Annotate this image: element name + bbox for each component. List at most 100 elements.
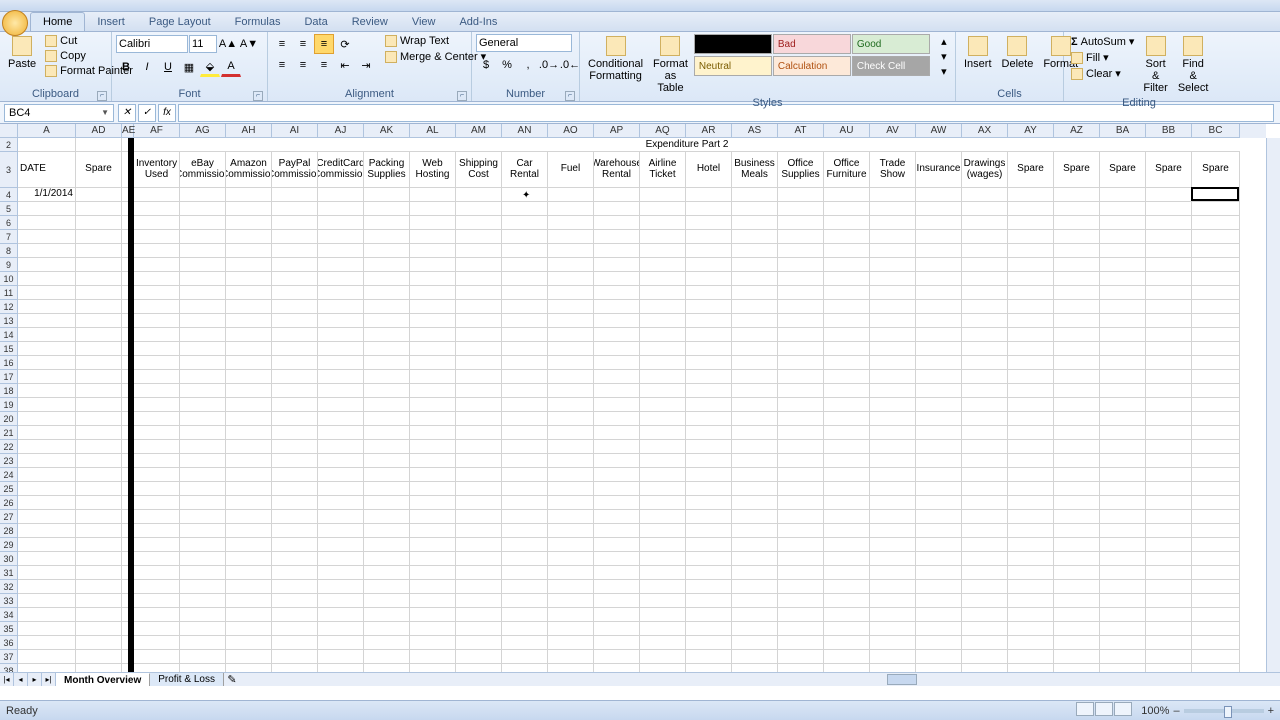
empty-cell[interactable]: [1008, 258, 1054, 272]
data-cell[interactable]: [778, 188, 824, 202]
empty-cell[interactable]: [180, 636, 226, 650]
col-header[interactable]: BC: [1192, 124, 1240, 138]
empty-cell[interactable]: [824, 440, 870, 454]
empty-cell[interactable]: [18, 594, 76, 608]
empty-cell[interactable]: [18, 272, 76, 286]
empty-cell[interactable]: [272, 230, 318, 244]
empty-cell[interactable]: [364, 272, 410, 286]
empty-cell[interactable]: [1146, 636, 1192, 650]
empty-cell[interactable]: [594, 328, 640, 342]
empty-cell[interactable]: [1192, 300, 1240, 314]
empty-cell[interactable]: [76, 314, 122, 328]
col-header[interactable]: AJ: [318, 124, 364, 138]
empty-cell[interactable]: [870, 510, 916, 524]
empty-cell[interactable]: [134, 258, 180, 272]
empty-cell[interactable]: [1008, 552, 1054, 566]
empty-cell[interactable]: [732, 510, 778, 524]
empty-cell[interactable]: [870, 398, 916, 412]
empty-cell[interactable]: [1054, 342, 1100, 356]
empty-cell[interactable]: [1192, 258, 1240, 272]
empty-cell[interactable]: [502, 580, 548, 594]
empty-cell[interactable]: [1146, 510, 1192, 524]
empty-cell[interactable]: [318, 496, 364, 510]
empty-cell[interactable]: [1100, 370, 1146, 384]
empty-cell[interactable]: [456, 216, 502, 230]
style-normal[interactable]: [694, 34, 772, 54]
empty-cell[interactable]: [456, 468, 502, 482]
empty-cell[interactable]: [502, 244, 548, 258]
align-middle-icon[interactable]: ≡: [293, 34, 313, 54]
empty-cell[interactable]: [778, 314, 824, 328]
empty-cell[interactable]: [594, 398, 640, 412]
empty-cell[interactable]: [134, 356, 180, 370]
empty-cell[interactable]: [318, 426, 364, 440]
empty-cell[interactable]: [226, 594, 272, 608]
data-cell[interactable]: [1100, 188, 1146, 202]
empty-cell[interactable]: [732, 356, 778, 370]
data-cell[interactable]: [732, 188, 778, 202]
empty-cell[interactable]: [1192, 440, 1240, 454]
empty-cell[interactable]: [318, 482, 364, 496]
empty-cell[interactable]: [502, 202, 548, 216]
empty-cell[interactable]: [410, 510, 456, 524]
empty-cell[interactable]: [1054, 636, 1100, 650]
empty-cell[interactable]: [272, 202, 318, 216]
empty-cell[interactable]: [1192, 314, 1240, 328]
empty-cell[interactable]: [1146, 314, 1192, 328]
empty-cell[interactable]: [962, 510, 1008, 524]
empty-cell[interactable]: [870, 258, 916, 272]
empty-cell[interactable]: [594, 202, 640, 216]
align-center-icon[interactable]: ≡: [293, 55, 313, 75]
empty-cell[interactable]: [686, 300, 732, 314]
empty-cell[interactable]: [134, 538, 180, 552]
row-header[interactable]: 28: [0, 524, 18, 538]
empty-cell[interactable]: [1008, 398, 1054, 412]
empty-cell[interactable]: [594, 412, 640, 426]
empty-cell[interactable]: [916, 286, 962, 300]
insert-cells-button[interactable]: Insert: [960, 34, 996, 72]
empty-cell[interactable]: [686, 230, 732, 244]
empty-cell[interactable]: [1192, 202, 1240, 216]
empty-cell[interactable]: [318, 202, 364, 216]
empty-cell[interactable]: [732, 426, 778, 440]
empty-cell[interactable]: [1054, 482, 1100, 496]
empty-cell[interactable]: [364, 216, 410, 230]
sort-filter-button[interactable]: Sort & Filter: [1139, 34, 1171, 96]
empty-cell[interactable]: [548, 538, 594, 552]
empty-cell[interactable]: [1054, 286, 1100, 300]
empty-cell[interactable]: [962, 244, 1008, 258]
empty-cell[interactable]: [640, 496, 686, 510]
empty-cell[interactable]: [18, 370, 76, 384]
empty-cell[interactable]: [456, 258, 502, 272]
empty-cell[interactable]: [1100, 426, 1146, 440]
empty-cell[interactable]: [594, 230, 640, 244]
empty-cell[interactable]: [1054, 538, 1100, 552]
tab-data[interactable]: Data: [292, 13, 339, 31]
empty-cell[interactable]: [916, 314, 962, 328]
empty-cell[interactable]: [916, 202, 962, 216]
empty-cell[interactable]: [502, 342, 548, 356]
tab-insert[interactable]: Insert: [85, 13, 137, 31]
empty-cell[interactable]: [364, 524, 410, 538]
sheet-tabs[interactable]: Month OverviewProfit & Loss: [56, 673, 224, 686]
empty-cell[interactable]: [134, 496, 180, 510]
empty-cell[interactable]: [548, 524, 594, 538]
empty-cell[interactable]: [76, 440, 122, 454]
empty-cell[interactable]: [640, 412, 686, 426]
empty-cell[interactable]: [824, 594, 870, 608]
empty-cell[interactable]: [134, 650, 180, 664]
row-header[interactable]: 37: [0, 650, 18, 664]
data-cell[interactable]: [456, 188, 502, 202]
empty-cell[interactable]: [870, 356, 916, 370]
empty-cell[interactable]: [318, 314, 364, 328]
empty-cell[interactable]: [778, 426, 824, 440]
empty-cell[interactable]: [916, 384, 962, 398]
empty-cell[interactable]: [916, 328, 962, 342]
empty-cell[interactable]: [226, 524, 272, 538]
empty-cell[interactable]: [732, 580, 778, 594]
empty-cell[interactable]: [180, 426, 226, 440]
empty-cell[interactable]: [410, 538, 456, 552]
data-cell[interactable]: [870, 188, 916, 202]
empty-cell[interactable]: [916, 594, 962, 608]
empty-cell[interactable]: [594, 426, 640, 440]
